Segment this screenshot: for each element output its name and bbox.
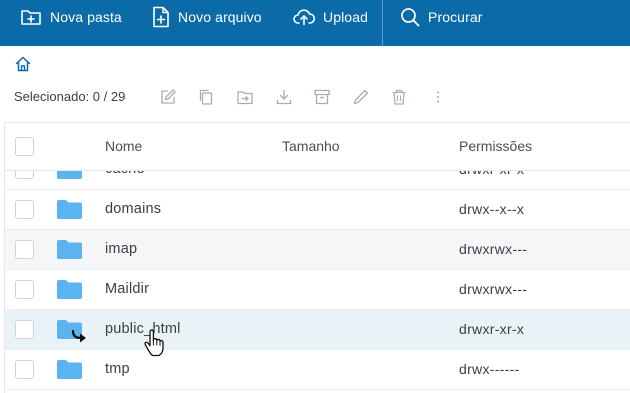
select-all-checkbox[interactable] — [15, 137, 34, 156]
search-label: Procurar — [428, 9, 483, 25]
row-checkbox[interactable] — [15, 320, 34, 339]
new-folder-button[interactable]: Nova pasta — [20, 0, 122, 34]
table-row[interactable]: tmp drwx------ — [5, 350, 630, 390]
download-icon[interactable] — [275, 88, 293, 106]
search-icon — [401, 8, 420, 27]
file-plus-icon — [153, 6, 169, 28]
move-arrow-icon — [71, 329, 86, 343]
column-name[interactable]: Nome — [105, 138, 142, 154]
file-name: Maildir — [105, 281, 150, 297]
file-permissions: drwxrwx--- — [459, 281, 528, 297]
more-icon[interactable] — [429, 88, 447, 106]
folder-icon — [57, 360, 82, 379]
column-size[interactable]: Tamanho — [282, 138, 340, 154]
folder-plus-icon — [21, 10, 41, 25]
selection-count: Selecionado: 0 / 29 — [14, 89, 126, 104]
file-permissions: drwx------ — [459, 361, 520, 377]
archive-icon[interactable] — [313, 88, 331, 106]
file-name: domains — [105, 201, 162, 217]
new-file-label: Novo arquivo — [178, 9, 262, 25]
top-toolbar: Nova pasta Novo arquivo Upload Procurar — [0, 0, 630, 46]
file-permissions: drwxrwx--- — [459, 241, 528, 257]
hand-cursor-icon — [144, 329, 164, 357]
table-row[interactable]: domains drwx--x--x — [5, 190, 630, 230]
home-icon[interactable] — [14, 55, 32, 73]
new-folder-label: Nova pasta — [50, 9, 122, 25]
file-name: tmp — [105, 361, 130, 377]
row-checkbox[interactable] — [15, 360, 34, 379]
folder-icon — [57, 240, 82, 259]
file-permissions: drwx--x--x — [459, 201, 525, 217]
upload-button[interactable]: Upload — [293, 0, 368, 34]
row-checkbox[interactable] — [15, 200, 34, 219]
move-icon[interactable] — [236, 88, 254, 106]
file-name: imap — [105, 241, 138, 257]
copy-icon[interactable] — [197, 88, 215, 106]
upload-label: Upload — [323, 9, 368, 25]
toolbar-divider — [382, 0, 383, 46]
folder-icon — [57, 280, 82, 299]
row-checkbox[interactable] — [15, 280, 34, 299]
file-table: Nome Tamanho Permissões cache drwxr-xr-x… — [4, 122, 630, 393]
folder-icon — [57, 200, 82, 219]
table-row[interactable]: public_html drwxr-xr-x — [5, 310, 630, 350]
trash-icon[interactable] — [390, 88, 408, 106]
table-row[interactable]: Maildir drwxrwx--- — [5, 270, 630, 310]
cloud-upload-icon — [293, 9, 315, 26]
row-checkbox[interactable] — [15, 240, 34, 259]
search-button[interactable]: Procurar — [400, 0, 482, 34]
column-permissions[interactable]: Permissões — [459, 138, 532, 154]
edit-icon[interactable] — [159, 88, 177, 106]
table-header: Nome Tamanho Permissões — [5, 123, 630, 171]
file-permissions: drwxr-xr-x — [459, 321, 525, 337]
rename-icon[interactable] — [352, 88, 370, 106]
new-file-button[interactable]: Novo arquivo — [152, 0, 262, 34]
table-row[interactable]: imap drwxrwx--- — [5, 230, 630, 270]
